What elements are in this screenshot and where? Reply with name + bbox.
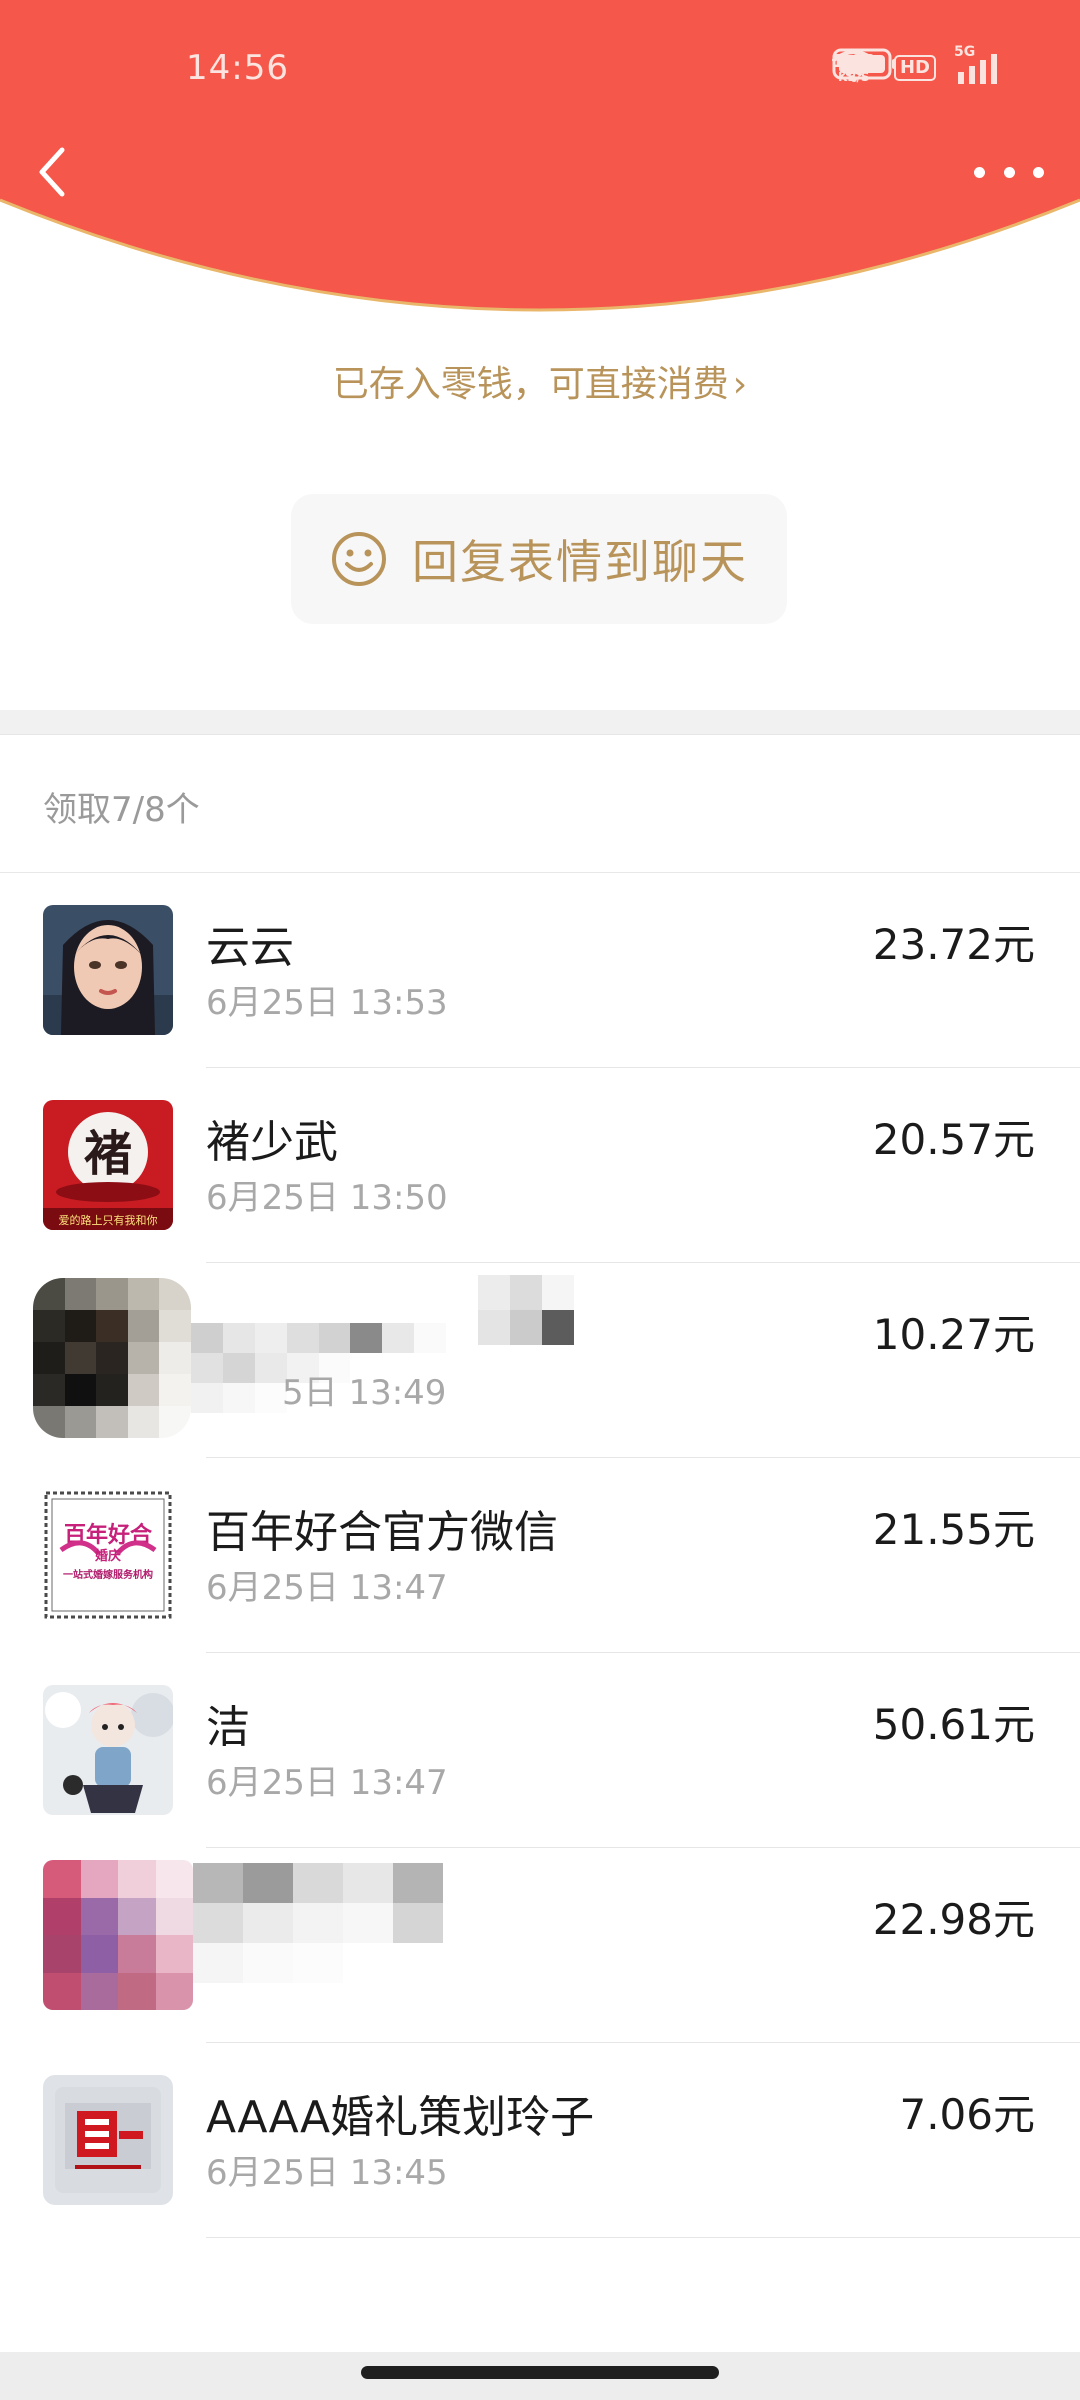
claim-time: 6月25日 13:47 [206, 1763, 448, 1803]
obscured-name [193, 1863, 443, 1983]
list-item[interactable]: 5日 13:49 10.27元 [0, 1263, 1080, 1458]
claim-amount: 21.55元 [872, 1505, 1035, 1554]
recipient-list: 云云 6月25日 13:53 23.72元 褚 爱的路上只有我和你 褚少武 6月… [0, 873, 1080, 2238]
red-packet-detail-page: 14:56 1.00 KB/S HD 5G [0, 0, 1080, 2400]
smiley-icon [332, 532, 386, 586]
saved-to-change-link[interactable]: 已存入零钱，可直接消费 › [0, 355, 1080, 407]
recipient-name: AAAA婚礼策划玲子 [206, 2092, 595, 2143]
red-packet-header: 14:56 1.00 KB/S HD 5G [0, 0, 1080, 320]
avatar[interactable] [43, 905, 173, 1035]
recipient-name: 洁 [206, 1702, 250, 1753]
claim-amount: 20.57元 [872, 1115, 1035, 1164]
list-item[interactable]: 云云 6月25日 13:53 23.72元 [0, 873, 1080, 1068]
avatar[interactable]: 百年好合 婚庆 一站式婚嫁服务机构 [43, 1490, 173, 1620]
back-button[interactable] [28, 142, 78, 202]
reply-sticker-button[interactable]: 回复表情到聊天 [291, 494, 787, 624]
chevron-right-icon: › [732, 364, 748, 405]
svg-text:婚庆: 婚庆 [95, 1548, 121, 1564]
obscured-avatar [43, 1860, 193, 2010]
avatar[interactable] [43, 2075, 173, 2205]
recipient-name: 百年好合官方微信 [206, 1507, 558, 1558]
claim-time: 6月25日 13:47 [206, 1568, 448, 1608]
claim-amount: 23.72元 [872, 920, 1035, 969]
claim-amount: 7.06元 [899, 2090, 1035, 2139]
battery-icon [832, 48, 896, 80]
home-indicator[interactable] [361, 2366, 719, 2379]
obscured-name-fragment [478, 1275, 574, 1345]
avatar[interactable] [43, 1685, 173, 1815]
list-item[interactable]: AAAA婚礼策划玲子 6月25日 13:45 7.06元 [0, 2043, 1080, 2238]
obscured-avatar [33, 1278, 191, 1438]
more-dots-icon [974, 166, 985, 178]
status-time: 14:56 [186, 48, 289, 88]
reply-sticker-label: 回复表情到聊天 [412, 535, 748, 589]
chevron-left-icon [39, 147, 65, 197]
svg-text:褚: 褚 [84, 1126, 132, 1182]
claim-amount: 50.61元 [872, 1700, 1035, 1749]
claim-time: 6月25日 13:45 [206, 2153, 448, 2193]
status-icons: 1.00 KB/S HD 5G [831, 44, 1004, 88]
recipient-name: 云云 [206, 922, 294, 973]
recipient-name: 褚少武 [206, 1117, 338, 1168]
svg-text:爱的路上只有我和你: 爱的路上只有我和你 [59, 1213, 158, 1227]
section-divider [0, 710, 1080, 735]
cellular-signal-icon: 5G [954, 44, 1004, 86]
claim-time: 5日 13:49 [282, 1373, 447, 1413]
list-item[interactable]: 洁 6月25日 13:47 50.61元 [0, 1653, 1080, 1848]
claim-time: 6月25日 13:50 [206, 1178, 448, 1218]
saved-notice-text: 已存入零钱，可直接消费 [332, 364, 729, 405]
svg-text:一站式婚嫁服务机构: 一站式婚嫁服务机构 [63, 1568, 153, 1581]
divider [206, 2237, 1080, 2238]
list-item[interactable]: 百年好合 婚庆 一站式婚嫁服务机构 百年好合官方微信 6月25日 13:47 2… [0, 1458, 1080, 1653]
hd-badge: HD [893, 55, 936, 81]
claim-count: 领取7/8个 [43, 790, 200, 830]
list-item[interactable]: 22.98元 [0, 1848, 1080, 2043]
claim-time: 6月25日 13:53 [206, 983, 448, 1023]
claim-amount: 10.27元 [872, 1310, 1035, 1359]
more-options-button[interactable] [974, 150, 1044, 194]
list-item[interactable]: 褚 爱的路上只有我和你 褚少武 6月25日 13:50 20.57元 [0, 1068, 1080, 1263]
avatar[interactable]: 褚 爱的路上只有我和你 [43, 1100, 173, 1230]
claim-amount: 22.98元 [872, 1895, 1035, 1944]
